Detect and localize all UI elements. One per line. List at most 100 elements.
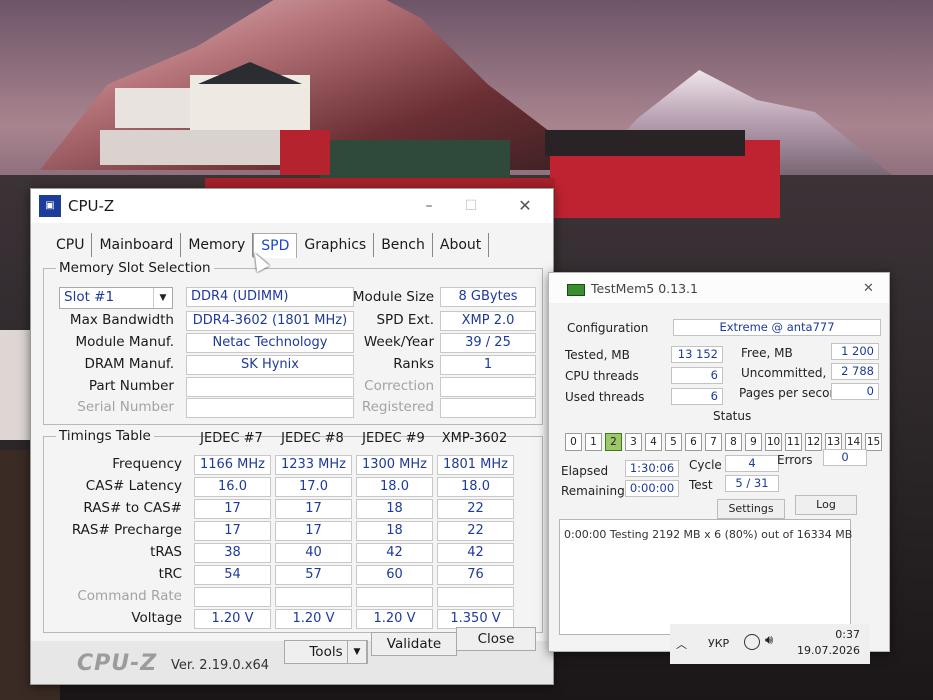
chevron-up-icon[interactable]: ︿: [676, 636, 687, 652]
speaker-icon[interactable]: 🔊︎: [765, 633, 773, 648]
timing-cell: 16.0: [194, 477, 271, 497]
timing-cell: 18.0: [356, 477, 433, 497]
week-year-label: Week/Year: [363, 334, 434, 350]
timing-cell: 17: [275, 521, 352, 541]
timing-column-header: XMP-3602: [441, 431, 508, 446]
free-field: 1 200: [831, 343, 879, 360]
chevron-down-icon[interactable]: ▼: [347, 640, 367, 664]
timing-row-label: Command Rate: [77, 588, 182, 604]
log-area[interactable]: 0:00:00 Testing 2192 MB x 6 (80%) out of…: [559, 519, 853, 635]
used-threads-label: Used threads: [565, 390, 645, 404]
part-number-field: [186, 377, 354, 397]
clock-date[interactable]: 19.07.2026: [790, 644, 860, 657]
serial-number-label: Serial Number: [77, 399, 174, 415]
serial-number-field: [186, 398, 354, 418]
timing-cell: 60: [356, 565, 433, 585]
timing-row-label: RAS# to CAS#: [83, 500, 182, 516]
timing-cell: 1166 MHz: [194, 455, 271, 475]
chevron-down-icon[interactable]: ▼: [153, 288, 172, 308]
timing-cell: 1300 MHz: [356, 455, 433, 475]
timing-cell: 1.20 V: [356, 609, 433, 629]
errors-field: 0: [823, 449, 867, 466]
close-button[interactable]: Close: [456, 627, 536, 651]
timing-cell: [275, 587, 352, 607]
version-label: Ver. 2.19.0.x64: [171, 658, 270, 673]
settings-button[interactable]: Settings: [717, 499, 785, 519]
timing-cell: 17: [194, 499, 271, 519]
max-bandwidth-field: DDR4-3602 (1801 MHz): [186, 311, 354, 331]
log-line: 0:00:00 Testing 2192 MB x 6 (80%) out of…: [564, 528, 853, 541]
timing-cell: 18: [356, 521, 433, 541]
slot-select-value: Slot #1: [64, 289, 115, 305]
tab-bench[interactable]: Bench: [374, 233, 433, 257]
cpuz-titlebar[interactable]: ▣ CPU-Z – ☐ ✕: [31, 189, 553, 223]
network-globe-icon[interactable]: [744, 634, 760, 650]
tm5-titlebar[interactable]: TestMem5 0.13.1 ✕: [549, 273, 889, 303]
timing-column-header: JEDEC #8: [281, 431, 344, 446]
language-indicator[interactable]: УКР: [708, 637, 729, 650]
timing-cell: 42: [356, 543, 433, 563]
errors-label: Errors: [777, 453, 813, 467]
module-size-field: 8 GBytes: [440, 287, 536, 307]
thread-status: 8: [725, 433, 742, 451]
memory-slot-panel: Memory Slot Selection Slot #1 ▼ DDR4 (UD…: [43, 260, 543, 425]
module-manuf-field: Netac Technology: [186, 333, 354, 353]
thread-status: 15: [865, 433, 882, 451]
close-window-button[interactable]: ✕: [863, 281, 874, 296]
cycle-label: Cycle: [689, 458, 722, 472]
thread-status: 5: [665, 433, 682, 451]
module-type-field: DDR4 (UDIMM): [186, 287, 354, 307]
timing-cell: 18.0: [437, 477, 514, 497]
thread-status: 11: [785, 433, 802, 451]
status-label: Status: [713, 409, 752, 423]
tab-graphics[interactable]: Graphics: [297, 233, 375, 257]
house: [100, 130, 280, 165]
clock-time[interactable]: 0:37: [820, 628, 860, 641]
window-title: CPU-Z: [68, 197, 115, 215]
tab-memory[interactable]: Memory: [181, 233, 254, 257]
house: [280, 130, 330, 175]
thread-status: 10: [765, 433, 782, 451]
tab-cpu[interactable]: CPU: [49, 233, 93, 257]
configuration-label: Configuration: [567, 321, 649, 335]
dram-manuf-field: SK Hynix: [186, 355, 354, 375]
close-window-button[interactable]: ✕: [513, 195, 537, 217]
timing-cell: [194, 587, 271, 607]
cpu-threads-label: CPU threads: [565, 369, 639, 383]
timing-cell: 1.20 V: [275, 609, 352, 629]
timing-cell: 18: [356, 499, 433, 519]
timing-cell: 1.20 V: [194, 609, 271, 629]
cpuz-window: ▣ CPU-Z – ☐ ✕ CPU Mainboard Memory SPD G…: [30, 188, 554, 685]
timing-cell: [437, 587, 514, 607]
module-size-label: Module Size: [352, 289, 434, 305]
thread-status: 1: [585, 433, 602, 451]
pages-per-second-field: 0: [831, 383, 879, 400]
cycle-field: 4: [725, 455, 779, 472]
tab-about[interactable]: About: [433, 233, 490, 257]
minimize-button[interactable]: –: [417, 195, 441, 217]
log-button[interactable]: Log: [795, 495, 857, 515]
panel-legend: Memory Slot Selection: [56, 260, 214, 276]
validate-button[interactable]: Validate: [371, 632, 457, 656]
tab-mainboard[interactable]: Mainboard: [92, 233, 182, 257]
tested-label: Tested, MB: [565, 348, 630, 362]
timing-cell: 40: [275, 543, 352, 563]
timing-cell: 1801 MHz: [437, 455, 514, 475]
spd-ext-field: XMP 2.0: [440, 311, 536, 331]
timing-row-label: Frequency: [112, 456, 182, 472]
ranks-label: Ranks: [393, 356, 434, 372]
timing-cell: 54: [194, 565, 271, 585]
house: [115, 88, 195, 128]
thread-status: 7: [705, 433, 722, 451]
elapsed-label: Elapsed: [561, 464, 609, 478]
testmem5-window: TestMem5 0.13.1 ✕ Configuration Extreme …: [548, 272, 890, 652]
test-label: Test: [689, 478, 713, 492]
used-threads-field: 6: [671, 388, 723, 405]
maximize-button[interactable]: ☐: [459, 195, 483, 217]
thread-status: 3: [625, 433, 642, 451]
timing-cell: 17: [275, 499, 352, 519]
cpu-threads-field: 6: [671, 367, 723, 384]
timing-row-label: tRAS: [150, 544, 182, 560]
house-roof: [545, 130, 745, 156]
slot-select[interactable]: Slot #1 ▼: [59, 287, 173, 309]
